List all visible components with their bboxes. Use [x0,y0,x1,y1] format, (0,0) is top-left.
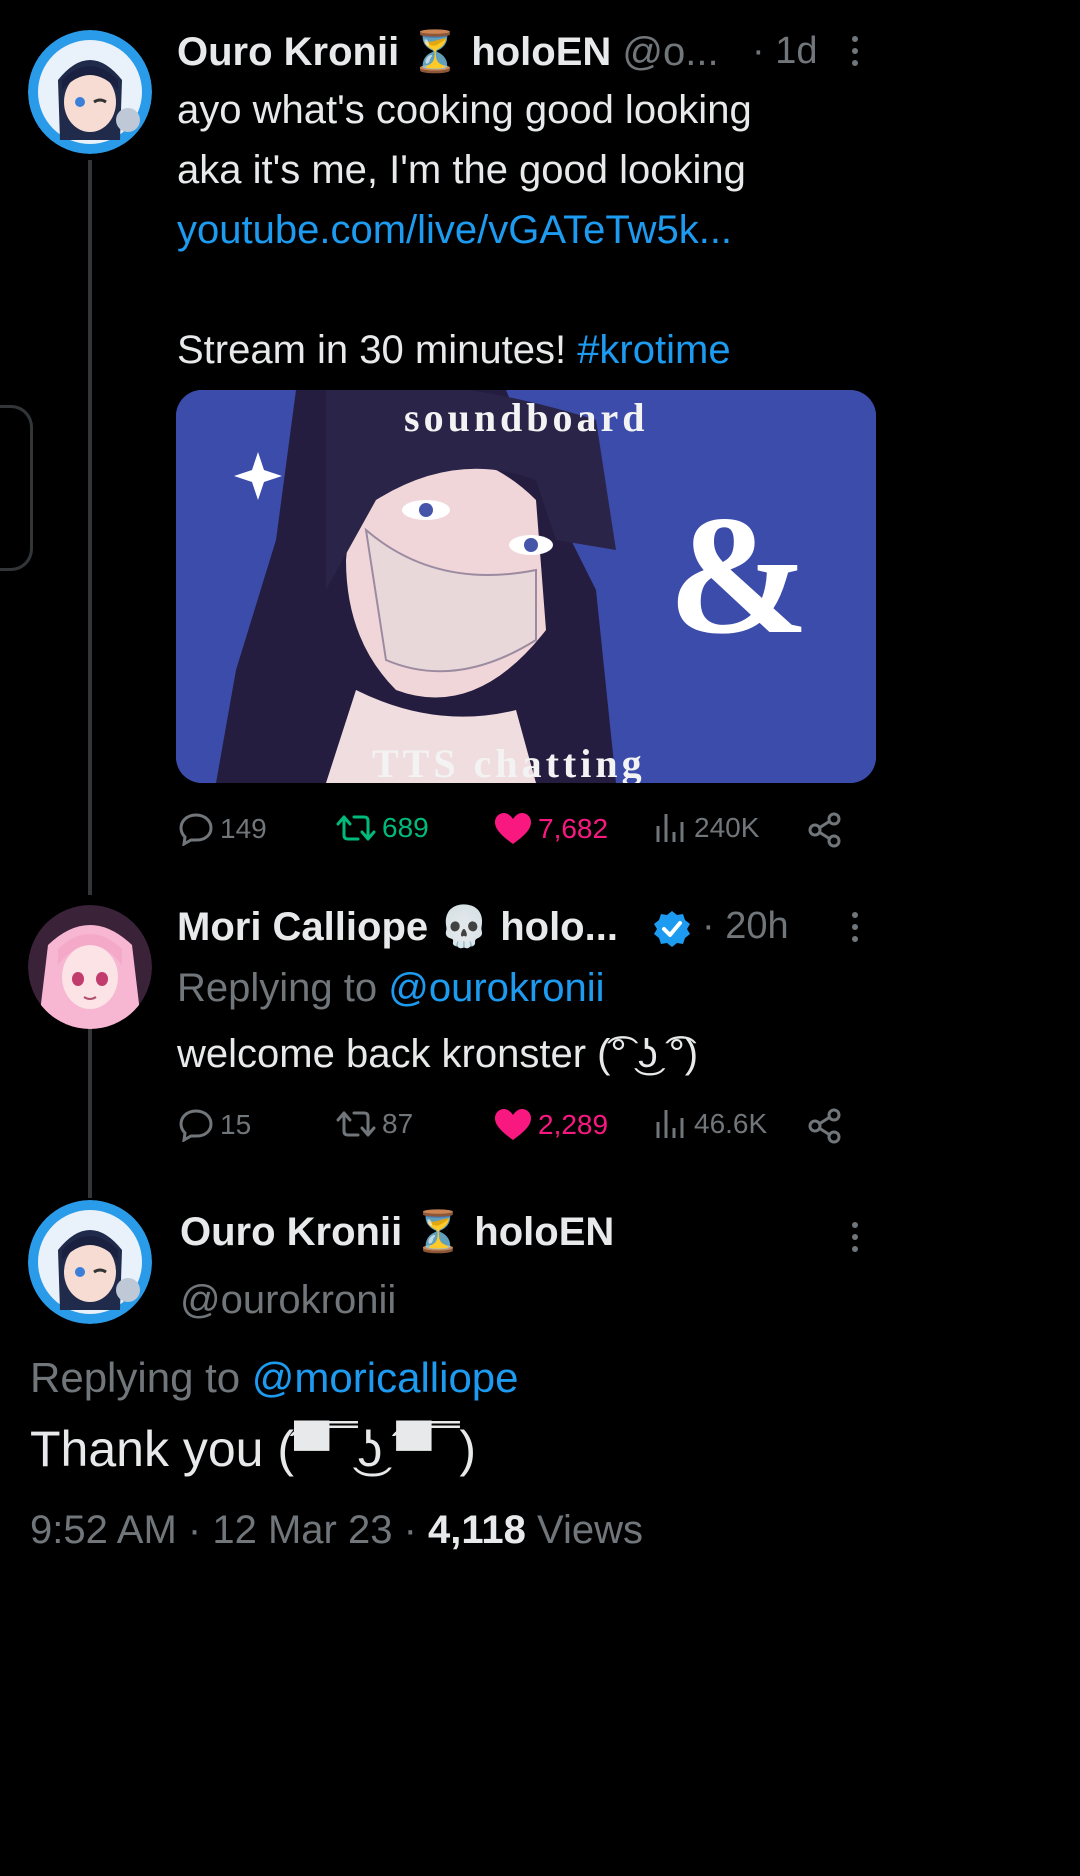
like-count: 7,682 [538,813,609,844]
post-date[interactable]: 12 Mar 23 [212,1508,392,1552]
mention-link[interactable]: @moricalliope [252,1354,519,1401]
author-handle: @o... [622,30,719,74]
share-icon [808,812,841,848]
media-bottom-text: TTS chatting [372,741,646,783]
tweet-line: ayo what's cooking good looking [177,88,752,132]
hashtag-link[interactable]: #krotime [577,328,730,372]
views-count: 240K [694,812,760,843]
post-time[interactable]: 9:52 AM [30,1508,177,1552]
skull-icon: 💀 [439,905,490,949]
media-ampersand: & [668,481,810,669]
tweet-meta: 9:52 AM · 12 Mar 23 · 4,118 Views [30,1508,644,1552]
reply-icon [179,813,213,846]
more-icon[interactable] [852,1222,860,1252]
replying-to: Replying to @ourokronii [177,958,877,1018]
timestamp[interactable]: · 20h [702,905,789,948]
tweet-text: Thank you (͡▀̿ ̿ ͜ʖ ͡▀̿ ̿ ) [30,1421,476,1477]
tweet-media[interactable]: soundboard & TTS chatting [176,390,876,783]
share-button[interactable] [806,1108,844,1144]
heart-icon [495,813,531,844]
author-name[interactable]: Ouro Kronii ⏳ holoEN [180,1208,614,1255]
hourglass-icon: ⏳ [410,30,461,74]
author-name-text: Ouro Kronii [180,1210,403,1254]
retweet-icon [336,815,376,841]
author-name-text: Mori Calliope [177,905,429,949]
author-name-suffix: holo... [500,905,618,949]
views-icon [656,1110,684,1138]
tweet-link[interactable]: youtube.com/live/vGATeTw5k... [177,200,877,260]
retweet-count: 87 [382,1108,414,1139]
media-top-text: soundboard [404,395,649,440]
retweet-count: 689 [382,812,429,843]
tweet-line: aka it's me, I'm the good looking [177,148,746,192]
views-button[interactable]: 240K [654,812,759,844]
views-button[interactable]: 46.6K [654,1108,767,1140]
author-name-suffix: holoEN [474,1210,615,1254]
reply-button[interactable]: 15 [178,1108,251,1142]
thread-line [88,160,92,895]
views-label: Views [537,1508,644,1552]
more-icon[interactable] [852,912,860,942]
tweet-line-text: Stream in 30 minutes! [177,328,567,372]
tweet-line: Stream in 30 minutes! #krotime [177,320,877,380]
author-name[interactable]: Ouro Kronii ⏳ holoEN @o... [177,28,719,75]
like-button[interactable]: 7,682 [494,812,608,846]
side-handle[interactable] [0,405,33,571]
author-name-text: Ouro Kronii [177,30,400,74]
verified-icon [652,909,692,954]
views-icon [656,814,684,842]
avatar[interactable] [28,1200,152,1324]
like-count: 2,289 [538,1109,609,1140]
retweet-button[interactable]: 689 [336,812,429,844]
thread-line [88,1008,92,1198]
reply-count: 15 [220,1109,252,1140]
tweet-text: ayo what's cooking good looking aka it's… [177,80,877,380]
reply-icon [179,1109,213,1142]
mention-link[interactable]: @ourokronii [388,966,604,1010]
author-name[interactable]: Mori Calliope 💀 holo... [177,903,618,950]
retweet-icon [336,1111,376,1137]
avatar[interactable] [28,30,152,154]
author-name-suffix: holoEN [471,30,612,74]
author-handle[interactable]: @ourokronii [180,1278,396,1323]
retweet-button[interactable]: 87 [336,1108,413,1140]
replying-prefix: Replying to [30,1354,241,1401]
reply-count: 149 [220,813,267,844]
reply-button[interactable]: 149 [178,812,267,846]
share-icon [808,1108,841,1144]
hourglass-icon: ⏳ [413,1210,464,1254]
heart-icon [495,1109,531,1140]
views-count: 46.6K [694,1108,768,1139]
replying-prefix: Replying to [177,966,378,1010]
replying-to: Replying to @moricalliope [30,1354,519,1402]
share-button[interactable] [806,812,844,848]
tweet-text: Replying to @ourokronii welcome back kro… [177,958,877,1084]
more-icon[interactable] [852,36,860,66]
views-count: 4,118 [428,1508,526,1552]
tweet-line: welcome back kronster (͡° ͜ʖ ͡°) [177,1032,699,1076]
timestamp[interactable]: · 1d [752,30,817,73]
avatar[interactable] [28,905,152,1029]
like-button[interactable]: 2,289 [494,1108,608,1142]
